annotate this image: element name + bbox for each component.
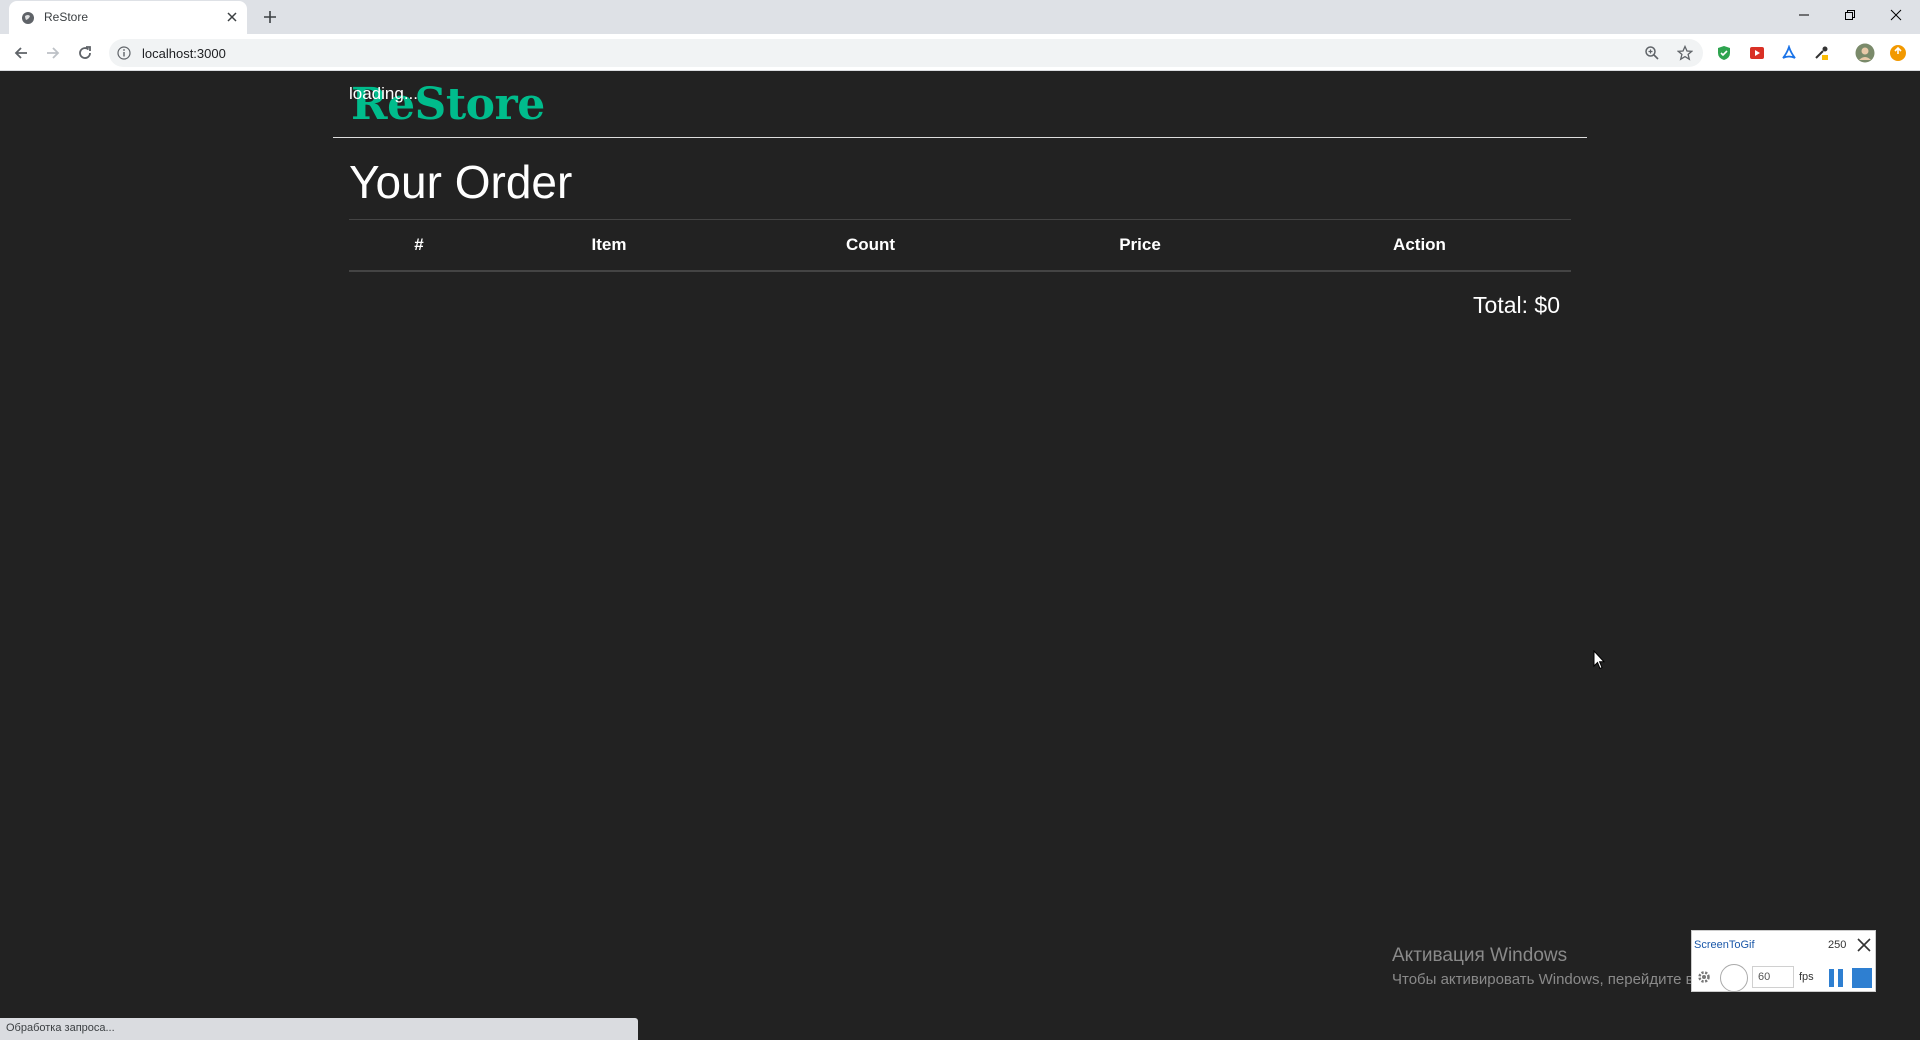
restore-window-button[interactable] (1827, 0, 1873, 30)
video-extension-button[interactable] (1747, 43, 1767, 63)
shield-icon (1718, 46, 1730, 60)
browser-status-bar: Обработка запроса... (0, 1018, 638, 1040)
order-table: # Item Count Price Action (349, 219, 1571, 272)
order-table-header-row: # Item Count Price Action (349, 219, 1571, 272)
minimize-icon (1799, 14, 1809, 16)
avatar-icon (1855, 43, 1875, 63)
app-header: ReStore (333, 71, 1587, 138)
gear-icon[interactable] (1696, 969, 1712, 985)
url-text: localhost:3000 (142, 46, 226, 61)
close-window-button[interactable] (1873, 0, 1919, 30)
column-header-price: Price (1012, 219, 1268, 272)
zoom-icon[interactable] (1644, 45, 1660, 61)
address-bar[interactable]: localhost:3000 (109, 39, 1703, 67)
column-header-index: # (349, 219, 489, 272)
reload-button[interactable] (73, 41, 97, 65)
record-button[interactable] (1720, 964, 1748, 992)
pdf-extension-button[interactable] (1779, 43, 1799, 63)
order-title: Your Order (349, 156, 573, 208)
forward-button[interactable] (41, 41, 65, 65)
reload-icon (79, 46, 91, 59)
globe-icon (22, 12, 34, 24)
update-extension-button[interactable] (1888, 43, 1908, 63)
mouse-cursor-icon (1593, 650, 1605, 670)
close-tab-icon[interactable] (223, 8, 241, 26)
browser-toolbar: localhost:3000 (0, 34, 1920, 71)
arrow-right-icon (47, 47, 60, 59)
update-badge-icon (1890, 45, 1906, 61)
screentogif-frame-count: 250 (1828, 939, 1847, 951)
minimize-window-button[interactable] (1781, 0, 1827, 30)
restore-icon (1845, 10, 1855, 20)
bookmark-star-icon[interactable] (1677, 45, 1693, 61)
column-header-item: Item (489, 219, 729, 272)
browser-tab-strip: ReStore (0, 0, 1920, 34)
fps-label: fps (1799, 971, 1814, 983)
page-content: ReStore (0, 71, 1920, 1040)
profile-avatar-button[interactable] (1855, 43, 1875, 63)
video-icon (1750, 47, 1764, 59)
new-tab-icon[interactable] (260, 7, 280, 27)
fps-input[interactable]: 60 (1752, 966, 1794, 988)
close-icon (1890, 9, 1902, 21)
screentogif-title: ScreenToGif (1694, 939, 1755, 951)
shield-extension-button[interactable] (1714, 43, 1734, 63)
acrobat-icon (1782, 45, 1796, 59)
tab-title: ReStore (44, 10, 89, 24)
pause-icon[interactable] (1827, 968, 1845, 988)
back-button[interactable] (9, 41, 33, 65)
stop-button[interactable] (1852, 968, 1872, 988)
browser-tab[interactable]: ReStore (9, 1, 247, 34)
info-icon[interactable] (117, 46, 131, 60)
loading-indicator: loading... (349, 84, 418, 103)
arrow-left-icon (14, 47, 27, 59)
eyedropper-icon (1815, 46, 1828, 60)
close-icon[interactable] (1855, 936, 1873, 954)
column-header-count: Count (729, 219, 1012, 272)
order-total: Total: $0 (1473, 292, 1560, 318)
screentogif-recorder-panel: ScreenToGif 250 60 fps (1691, 930, 1876, 992)
eyedropper-extension-button[interactable] (1811, 43, 1831, 63)
status-text: Обработка запроса... (6, 1022, 115, 1034)
column-header-action: Action (1268, 219, 1571, 272)
